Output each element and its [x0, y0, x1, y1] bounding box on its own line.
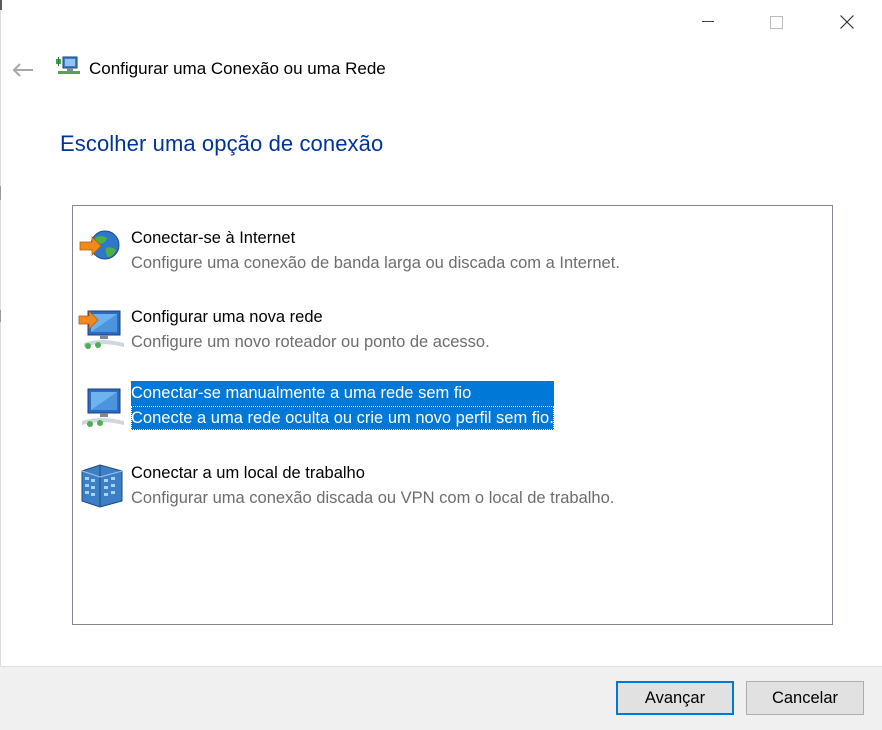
option-connect-workplace[interactable]: Conectar a um local de trabalho Configur… — [75, 461, 815, 513]
cancel-button[interactable]: Cancelar — [746, 681, 864, 715]
option-text: Conectar a um local de trabalho Configur… — [131, 461, 614, 510]
option-title: Conectar a um local de trabalho — [131, 464, 365, 482]
connection-wizard-window: Configurar uma Conexão ou uma Rede Escol… — [0, 0, 882, 730]
back-button[interactable] — [6, 56, 40, 84]
workplace-building-icon — [81, 464, 123, 508]
new-network-icon — [78, 310, 124, 349]
option-connect-internet[interactable]: Conectar-se à Internet Configure uma con… — [75, 226, 815, 278]
option-title: Conectar-se manualmente a uma rede sem f… — [131, 384, 472, 402]
option-text: Conectar-se à Internet Configure uma con… — [131, 226, 620, 275]
network-setup-icon — [56, 56, 80, 74]
option-connect-wireless-manually[interactable]: Conectar-se manualmente a uma rede sem f… — [75, 381, 815, 433]
close-icon — [840, 15, 854, 29]
back-arrow-icon — [12, 63, 33, 77]
minimize-icon — [702, 21, 714, 22]
window-edge-mark — [0, 186, 1, 200]
globe-network-icon — [79, 230, 120, 260]
minimize-button[interactable] — [685, 0, 731, 44]
connection-options-list: Conectar-se à Internet Configure uma con… — [72, 205, 833, 625]
option-description: Conecte a uma rede oculta ou crie um nov… — [131, 406, 554, 430]
option-description: Configurar uma conexão discada ou VPN co… — [131, 489, 615, 507]
wireless-network-icon — [82, 388, 124, 427]
option-text-selected: Conectar-se manualmente a uma rede sem f… — [131, 381, 554, 430]
window-edge-mark — [0, 0, 2, 10]
option-text: Configurar uma nova rede Configure um no… — [131, 305, 490, 354]
maximize-button[interactable] — [753, 0, 799, 44]
option-setup-new-network[interactable]: Configurar uma nova rede Configure um no… — [75, 305, 815, 357]
next-button[interactable]: Avançar — [616, 681, 734, 715]
window-title: Configurar uma Conexão ou uma Rede — [89, 59, 386, 78]
window-edge-mark — [0, 310, 1, 322]
page-heading: Escolher uma opção de conexão — [60, 131, 384, 156]
window-left-edge — [0, 0, 1, 729]
option-title: Conectar-se à Internet — [131, 229, 296, 247]
maximize-icon — [769, 15, 783, 29]
close-button[interactable] — [824, 0, 870, 44]
option-description: Configure um novo roteador ou ponto de a… — [131, 333, 490, 351]
option-title: Configurar uma nova rede — [131, 308, 323, 326]
option-description: Configure uma conexão de banda larga ou … — [131, 254, 620, 272]
